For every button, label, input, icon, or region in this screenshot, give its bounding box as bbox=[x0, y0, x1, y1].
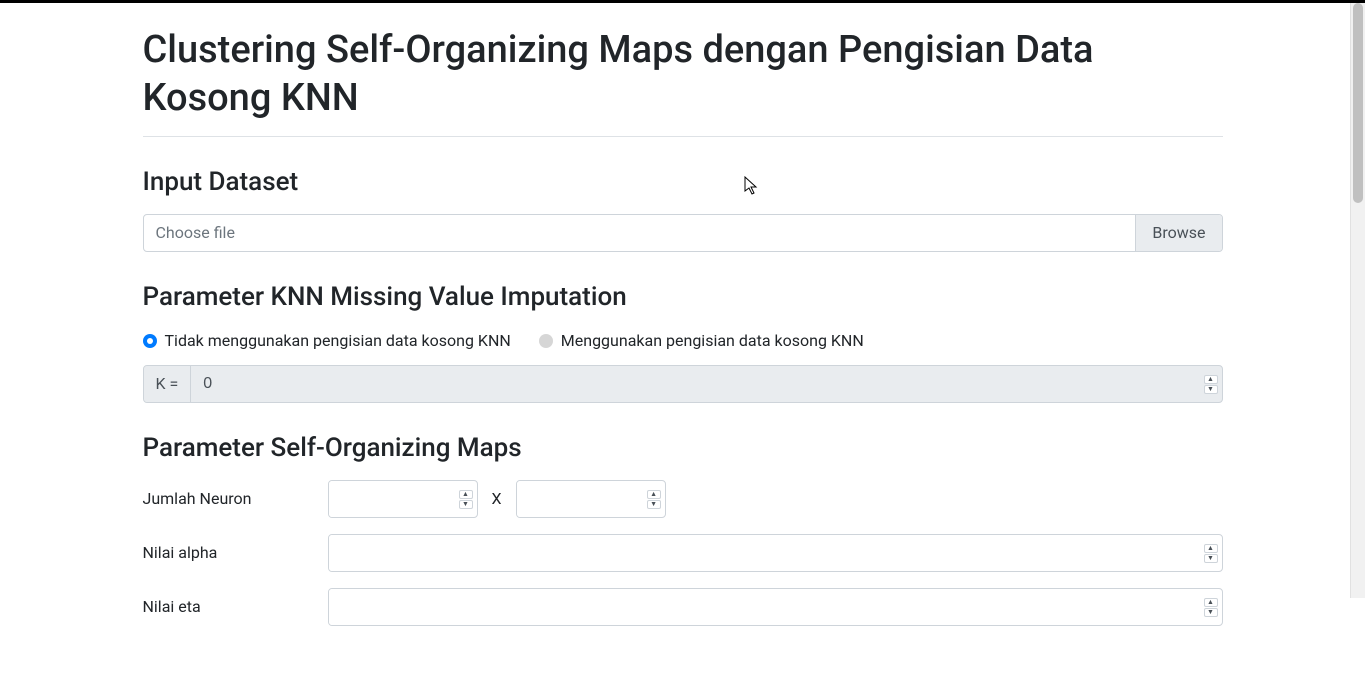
row-eta: Nilai eta ▲ ▼ bbox=[143, 588, 1223, 626]
browse-button[interactable]: Browse bbox=[1135, 215, 1221, 251]
alpha-input[interactable] bbox=[329, 535, 1204, 571]
neuron-cols-stepper[interactable]: ▲ ▼ bbox=[647, 481, 665, 517]
eta-input-group[interactable]: ▲ ▼ bbox=[328, 588, 1223, 626]
radio-knn-no-label: Tidak menggunakan pengisian data kosong … bbox=[165, 329, 511, 353]
stepper-down-icon[interactable]: ▼ bbox=[1204, 608, 1218, 617]
stepper-down-icon[interactable]: ▼ bbox=[647, 500, 661, 509]
scrollbar-thumb[interactable] bbox=[1353, 3, 1363, 203]
section-input-dataset-heading: Input Dataset bbox=[143, 163, 1223, 202]
neuron-cols-input-wrap[interactable]: ▲ ▼ bbox=[516, 480, 666, 518]
alpha-stepper[interactable]: ▲ ▼ bbox=[1204, 535, 1222, 571]
main-container: Clustering Self-Organizing Maps dengan P… bbox=[143, 27, 1223, 682]
k-prefix-label: K = bbox=[144, 366, 192, 402]
k-stepper[interactable]: ▲ ▼ bbox=[1204, 366, 1222, 402]
stepper-down-icon[interactable]: ▼ bbox=[1204, 554, 1218, 563]
stepper-up-icon[interactable]: ▲ bbox=[1204, 375, 1218, 384]
file-input-group[interactable]: Choose file Browse bbox=[143, 214, 1223, 252]
label-neurons: Jumlah Neuron bbox=[143, 487, 328, 511]
radio-dot-unselected-icon bbox=[539, 334, 553, 348]
neuron-rows-input[interactable] bbox=[329, 481, 459, 517]
vertical-scrollbar[interactable] bbox=[1350, 3, 1365, 598]
neuron-rows-input-wrap[interactable]: ▲ ▼ bbox=[328, 480, 478, 518]
row-alpha: Nilai alpha ▲ ▼ bbox=[143, 534, 1223, 572]
radio-knn-yes[interactable]: Menggunakan pengisian data kosong KNN bbox=[539, 329, 864, 353]
row-neurons: Jumlah Neuron ▲ ▼ X ▲ ▼ bbox=[143, 480, 1223, 518]
stepper-up-icon[interactable]: ▲ bbox=[459, 490, 473, 499]
neuron-rows-stepper[interactable]: ▲ ▼ bbox=[459, 481, 477, 517]
knn-radio-group: Tidak menggunakan pengisian data kosong … bbox=[143, 329, 1223, 353]
section-som-heading: Parameter Self-Organizing Maps bbox=[143, 429, 1223, 468]
neuron-cols-input[interactable] bbox=[517, 481, 647, 517]
neuron-inputs-group: ▲ ▼ X ▲ ▼ bbox=[328, 480, 666, 518]
neuron-x-separator: X bbox=[492, 487, 502, 511]
k-value-input bbox=[191, 366, 1203, 402]
section-knn-heading: Parameter KNN Missing Value Imputation bbox=[143, 278, 1223, 317]
label-alpha: Nilai alpha bbox=[143, 541, 328, 565]
file-input-placeholder[interactable]: Choose file bbox=[144, 215, 1136, 251]
alpha-input-group[interactable]: ▲ ▼ bbox=[328, 534, 1223, 572]
stepper-up-icon[interactable]: ▲ bbox=[647, 490, 661, 499]
k-input-group: K = ▲ ▼ bbox=[143, 365, 1223, 403]
eta-input[interactable] bbox=[329, 589, 1204, 625]
radio-knn-no[interactable]: Tidak menggunakan pengisian data kosong … bbox=[143, 329, 511, 353]
eta-stepper[interactable]: ▲ ▼ bbox=[1204, 589, 1222, 625]
stepper-down-icon[interactable]: ▼ bbox=[459, 500, 473, 509]
stepper-up-icon[interactable]: ▲ bbox=[1204, 598, 1218, 607]
stepper-up-icon[interactable]: ▲ bbox=[1204, 544, 1218, 553]
title-divider bbox=[143, 136, 1223, 137]
label-eta: Nilai eta bbox=[143, 595, 328, 619]
radio-knn-yes-label: Menggunakan pengisian data kosong KNN bbox=[561, 329, 864, 353]
page-title: Clustering Self-Organizing Maps dengan P… bbox=[143, 27, 1223, 122]
stepper-down-icon[interactable]: ▼ bbox=[1204, 385, 1218, 394]
radio-dot-selected-icon bbox=[143, 334, 157, 348]
window-topbar bbox=[0, 0, 1365, 3]
